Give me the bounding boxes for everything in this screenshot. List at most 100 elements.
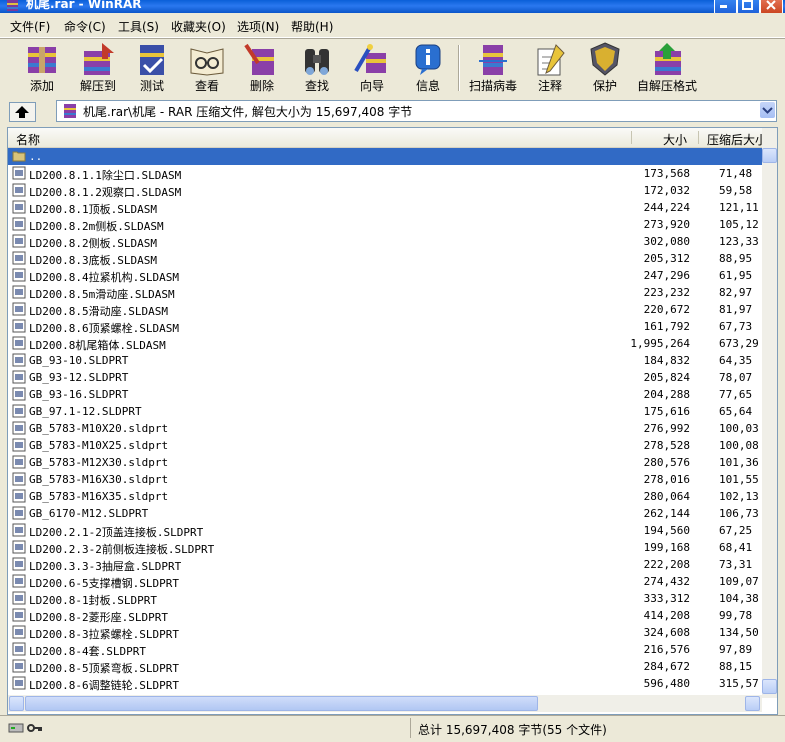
scroll-up-button[interactable] (762, 148, 777, 163)
scroll-left-button[interactable] (9, 696, 24, 711)
file-size: 280,576 (643, 456, 690, 469)
table-row[interactable]: LD200.8.5滑动座.SLDASM 220,672 81,97 (8, 301, 762, 318)
add-button[interactable]: 添加 (17, 41, 67, 95)
table-row[interactable]: GB_93-12.SLDPRT 205,824 78,07 (8, 369, 762, 386)
menu-help[interactable]: 帮助(H) (291, 18, 333, 35)
table-row[interactable]: LD200.6-5支撑槽钢.SLDPRT 274,432 109,07 (8, 573, 762, 590)
scroll-down-button[interactable] (762, 679, 777, 694)
table-row[interactable]: LD200.8.1.2观察口.SLDASM 172,032 59,58 (8, 182, 762, 199)
table-row[interactable]: LD200.8.3底板.SLDASM 205,312 88,95 (8, 250, 762, 267)
file-size: 274,432 (643, 575, 690, 588)
info-button[interactable]: 信息 (408, 41, 448, 95)
file-packed-size: 100,03 (719, 422, 759, 435)
column-name[interactable]: 名称 (16, 131, 40, 148)
horizontal-scroll-thumb[interactable] (25, 696, 538, 711)
file-name: LD200.8-1封板.SLDPRT (29, 594, 157, 607)
file-list[interactable]: 名称 大小 压缩后大小 .. LD200.8.1.1除尘口.SLDASM 173,5… (7, 127, 778, 715)
file-packed-size: 101,55 (719, 473, 759, 486)
close-icon (766, 0, 776, 10)
file-name: LD200.8.5m滑动座.SLDASM (29, 288, 175, 301)
solidworks-file-icon (12, 523, 26, 537)
path-combobox[interactable]: 机尾.rar\机尾 - RAR 压缩文件, 解包大小为 15,697,408 字… (56, 100, 777, 122)
file-packed-size: 101,36 (719, 456, 759, 469)
comment-button[interactable]: 注释 (530, 41, 570, 95)
extract-to-button[interactable]: 解压到 (75, 41, 121, 95)
menu-file[interactable]: 文件(F) (10, 18, 50, 35)
parent-folder-row[interactable]: .. (8, 148, 762, 165)
file-size: 333,312 (643, 592, 690, 605)
delete-button[interactable]: 删除 (242, 41, 282, 95)
table-row[interactable]: GB_6170-M12.SLDPRT 262,144 106,73 (8, 505, 762, 522)
info-label: 信息 (415, 79, 440, 93)
vertical-scrollbar[interactable] (762, 128, 777, 698)
file-size: 262,144 (643, 507, 690, 520)
path-dropdown-button[interactable] (760, 102, 775, 118)
table-row[interactable]: LD200.8.4拉紧机构.SLDASM 247,296 61,95 (8, 267, 762, 284)
table-row[interactable]: LD200.8-4套.SLDPRT 216,576 97,89 (8, 641, 762, 658)
table-row[interactable]: LD200.8-3拉紧螺栓.SLDPRT 324,608 134,50 (8, 624, 762, 641)
table-row[interactable]: LD200.8-5顶紧弯板.SLDPRT 284,672 88,15 (8, 658, 762, 675)
wizard-button[interactable]: 向导 (352, 41, 392, 95)
status-total: 总计 15,697,408 字节(55 个文件) (418, 723, 607, 737)
folder-icon (12, 151, 26, 162)
file-name: LD200.8-5顶紧弯板.SLDPRT (29, 662, 179, 675)
file-packed-size: 88,15 (719, 660, 753, 673)
file-name: LD200.6-5支撑槽钢.SLDPRT (29, 577, 179, 590)
table-row[interactable]: LD200.8.5m滑动座.SLDASM 223,232 82,97 (8, 284, 762, 301)
column-packed[interactable]: 压缩后大小 (707, 131, 767, 148)
table-row[interactable]: LD200.8.1顶板.SLDASM 244,224 121,11 (8, 199, 762, 216)
delete-label: 删除 (249, 79, 274, 93)
file-name: GB_5783-M10X20.sldprt (29, 422, 169, 435)
table-row[interactable]: GB_97.1-12.SLDPRT 175,616 65,64 (8, 403, 762, 420)
table-row[interactable]: LD200.2.3-2前侧板连接板.SLDPRT 199,168 68,41 (8, 539, 762, 556)
table-row[interactable]: LD200.8.2侧板.SLDASM 302,080 123,33 (8, 233, 762, 250)
file-size: 199,168 (643, 541, 690, 554)
table-row[interactable]: GB_5783-M16X35.sldprt 280,064 102,13 (8, 488, 762, 505)
minimize-button[interactable] (714, 0, 737, 13)
table-row[interactable]: LD200.8.1.1除尘口.SLDASM 173,568 71,48 (8, 165, 762, 182)
table-row[interactable]: GB_5783-M16X30.sldprt 278,016 101,55 (8, 471, 762, 488)
table-row[interactable]: LD200.8.2m侧板.SLDASM 273,920 105,12 (8, 216, 762, 233)
file-packed-size: 59,58 (719, 184, 753, 197)
menu-tools[interactable]: 工具(S) (118, 18, 159, 35)
table-row[interactable]: LD200.2.1-2顶盖连接板.SLDPRT 194,560 67,25 (8, 522, 762, 539)
table-row[interactable]: LD200.8-1封板.SLDPRT 333,312 104,38 (8, 590, 762, 607)
horizontal-scrollbar[interactable] (8, 695, 762, 712)
file-packed-size: 104,38 (719, 592, 759, 605)
up-folder-button[interactable] (9, 102, 36, 122)
menu-commands[interactable]: 命令(C) (64, 18, 106, 35)
toolbar: 添加 解压到 测试 查看 删除 查找 向导 信息 扫描病毒 注释 保护 自解压格… (0, 38, 785, 98)
table-row[interactable]: LD200.3.3-3抽屉盒.SLDPRT 222,208 73,31 (8, 556, 762, 573)
table-row[interactable]: LD200.8-2菱形座.SLDPRT 414,208 99,78 (8, 607, 762, 624)
file-name: GB_97.1-12.SLDPRT (29, 405, 142, 418)
solidworks-file-icon (12, 234, 26, 248)
view-button[interactable]: 查看 (187, 41, 227, 95)
solidworks-file-icon (12, 268, 26, 282)
table-row[interactable]: GB_5783-M10X25.sldprt 278,528 100,08 (8, 437, 762, 454)
file-name: GB_93-16.SLDPRT (29, 388, 129, 401)
table-row[interactable]: GB_93-10.SLDPRT 184,832 64,35 (8, 352, 762, 369)
file-name: GB_5783-M16X35.sldprt (29, 490, 169, 503)
find-button[interactable]: 查找 (297, 41, 337, 95)
menu-options[interactable]: 选项(N) (237, 18, 279, 35)
sfx-button[interactable]: 自解压格式 (636, 41, 698, 95)
test-button[interactable]: 测试 (132, 41, 172, 95)
file-packed-size: 65,64 (719, 405, 753, 418)
protect-button[interactable]: 保护 (585, 41, 625, 95)
menu-favorites[interactable]: 收藏夹(O) (171, 18, 226, 35)
column-size[interactable]: 大小 (663, 131, 687, 148)
table-row[interactable]: GB_5783-M10X20.sldprt 276,992 100,03 (8, 420, 762, 437)
scroll-right-button[interactable] (745, 696, 760, 711)
solidworks-file-icon (12, 302, 26, 316)
table-row[interactable]: LD200.8机尾箱体.SLDASM 1,995,264 673,29 (8, 335, 762, 352)
close-button[interactable] (760, 0, 783, 13)
table-row[interactable]: LD200.8-6调整链轮.SLDPRT 596,480 315,57 (8, 675, 762, 692)
table-row[interactable]: GB_93-16.SLDPRT 204,288 77,65 (8, 386, 762, 403)
table-row[interactable]: GB_5783-M12X30.sldprt 280,576 101,36 (8, 454, 762, 471)
column-header: 名称 大小 压缩后大小 (8, 128, 767, 148)
title-bar: 机尾.rar - WinRAR (0, 0, 785, 13)
maximize-button[interactable] (737, 0, 760, 13)
table-row[interactable]: LD200.8.6顶紧螺栓.SLDASM 161,792 67,73 (8, 318, 762, 335)
virus-scan-button[interactable]: 扫描病毒 (466, 41, 520, 95)
solidworks-file-icon (12, 608, 26, 622)
